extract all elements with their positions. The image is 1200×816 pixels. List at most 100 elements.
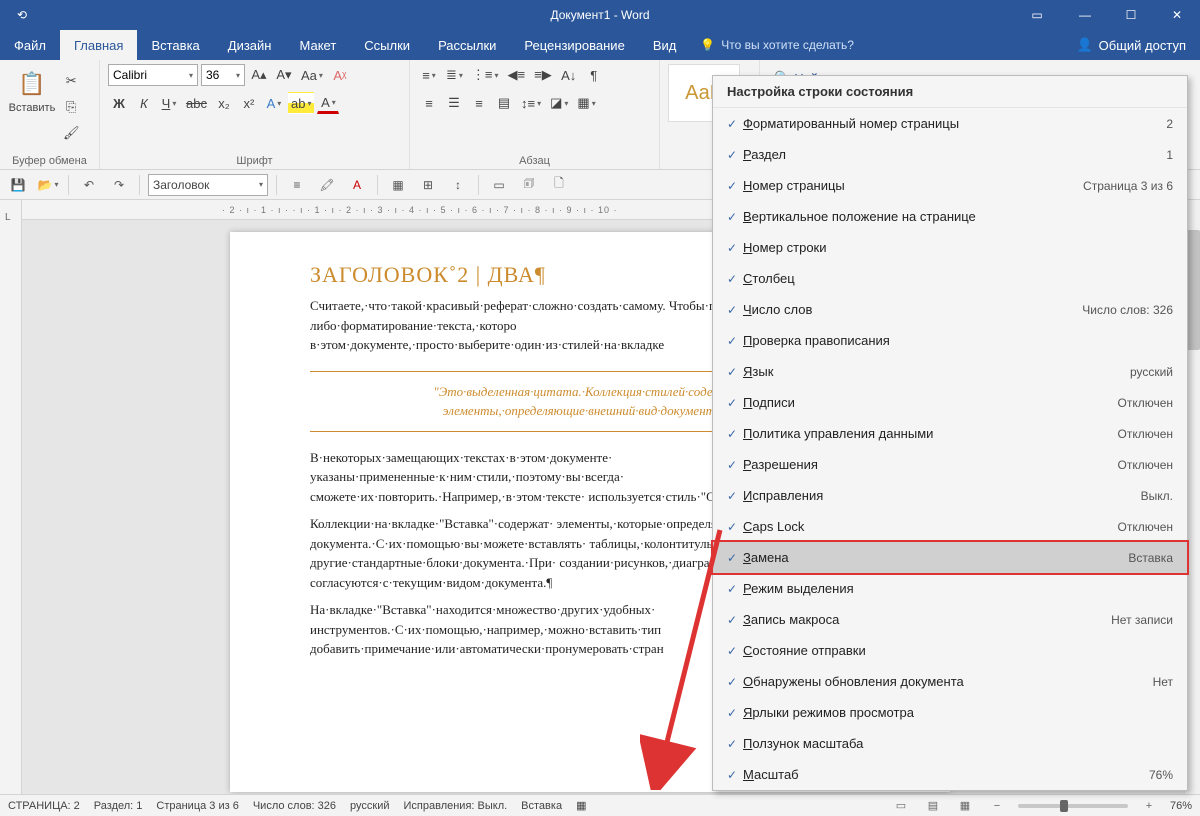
menu-item-line_no[interactable]: ✓Номер строки — [713, 232, 1187, 263]
cut-button[interactable]: ✂ — [60, 70, 83, 92]
decrease-indent-button[interactable]: ◀≡ — [505, 64, 529, 86]
open-button[interactable]: 📂▾ — [36, 173, 60, 197]
tab-mailings[interactable]: Рассылки — [424, 30, 510, 60]
font-name-combo[interactable]: Calibri▾ — [108, 64, 198, 86]
tab-design[interactable]: Дизайн — [214, 30, 286, 60]
view-print-button[interactable]: ▤ — [922, 797, 944, 815]
menu-item-updates[interactable]: ✓Обнаружены обновления документаНет — [713, 666, 1187, 697]
redo-button[interactable]: ↷ — [107, 173, 131, 197]
tab-review[interactable]: Рецензирование — [510, 30, 638, 60]
tell-me-search[interactable]: 💡 Что вы хотите сделать? — [700, 30, 854, 60]
status-macro-icon[interactable]: ▦ — [576, 799, 586, 812]
menu-item-track_changes[interactable]: ✓ИсправленияВыкл. — [713, 480, 1187, 511]
zoom-in-button[interactable]: + — [1138, 797, 1160, 815]
numbering-button[interactable]: ≣▾ — [443, 64, 466, 86]
zoom-value[interactable]: 76% — [1170, 800, 1192, 812]
menu-item-selection[interactable]: ✓Режим выделения — [713, 573, 1187, 604]
increase-indent-button[interactable]: ≡▶ — [531, 64, 555, 86]
line-spacing-button[interactable]: ↕≡▾ — [518, 92, 544, 114]
status-page-of[interactable]: Страница 3 из 6 — [156, 800, 238, 812]
maximize-button[interactable]: ☐ — [1108, 0, 1154, 30]
qat-table-button[interactable]: ⊞ — [416, 173, 440, 197]
status-track-changes[interactable]: Исправления: Выкл. — [404, 800, 508, 812]
qat-borders-button[interactable]: ▦ — [386, 173, 410, 197]
menu-item-column[interactable]: ✓Столбец — [713, 263, 1187, 294]
menu-item-signatures[interactable]: ✓ПодписиОтключен — [713, 387, 1187, 418]
tab-layout[interactable]: Макет — [285, 30, 350, 60]
menu-item-spell[interactable]: ✓Проверка правописания — [713, 325, 1187, 356]
italic-button[interactable]: К — [133, 92, 155, 114]
scrollbar-thumb[interactable] — [1186, 230, 1200, 350]
menu-item-word_count[interactable]: ✓Число словЧисло слов: 326 — [713, 294, 1187, 325]
undo-button[interactable]: ↶ — [77, 173, 101, 197]
status-language[interactable]: русский — [350, 800, 389, 812]
menu-item-zoom[interactable]: ✓Масштаб76% — [713, 759, 1187, 790]
qat-misc1-button[interactable]: ▭ — [487, 173, 511, 197]
menu-item-upload[interactable]: ✓Состояние отправки — [713, 635, 1187, 666]
zoom-slider-thumb[interactable] — [1060, 800, 1068, 812]
view-web-button[interactable]: ▦ — [954, 797, 976, 815]
minimize-button[interactable]: — — [1062, 0, 1108, 30]
tab-view[interactable]: Вид — [639, 30, 691, 60]
bold-button[interactable]: Ж — [108, 92, 130, 114]
multilevel-button[interactable]: ⋮≡▾ — [469, 64, 502, 86]
tab-insert[interactable]: Вставка — [137, 30, 213, 60]
change-case-button[interactable]: Aa▾ — [298, 64, 326, 86]
menu-item-permissions[interactable]: ✓РазрешенияОтключен — [713, 449, 1187, 480]
menu-item-vpos[interactable]: ✓Вертикальное положение на странице — [713, 201, 1187, 232]
shading-button[interactable]: ◪▾ — [547, 92, 571, 114]
grow-font-button[interactable]: A▴ — [248, 64, 270, 86]
align-right-button[interactable]: ≡ — [468, 92, 490, 114]
status-insert-mode[interactable]: Вставка — [521, 800, 562, 812]
highlight-button[interactable]: ab▾ — [288, 92, 314, 114]
bullets-button[interactable]: ≡▾ — [418, 64, 440, 86]
menu-item-macro[interactable]: ✓Запись макросаНет записи — [713, 604, 1187, 635]
menu-item-page_no[interactable]: ✓Номер страницыСтраница 3 из 6 — [713, 170, 1187, 201]
format-painter-button[interactable]: 🖌 — [60, 122, 83, 144]
qat-misc3-button[interactable]: 🗋 — [547, 173, 571, 197]
borders-button[interactable]: ▦▾ — [574, 92, 598, 114]
style-combo[interactable]: Заголовок▾ — [148, 174, 268, 196]
qat-align-button[interactable]: ≡ — [285, 173, 309, 197]
close-button[interactable]: ✕ — [1154, 0, 1200, 30]
justify-button[interactable]: ▤ — [493, 92, 515, 114]
qat-spacing-button[interactable]: ↕ — [446, 173, 470, 197]
qat-fontcolor-button[interactable]: A — [345, 173, 369, 197]
show-marks-button[interactable]: ¶ — [583, 64, 605, 86]
menu-item-info_policy[interactable]: ✓Политика управления даннымиОтключен — [713, 418, 1187, 449]
zoom-slider[interactable] — [1018, 804, 1128, 808]
menu-item-section[interactable]: ✓Раздел1 — [713, 139, 1187, 170]
menu-item-zoom_slider[interactable]: ✓Ползунок масштаба — [713, 728, 1187, 759]
statusbar-customize-menu[interactable]: Настройка строки состояния ✓Форматирован… — [712, 75, 1188, 791]
menu-item-lang[interactable]: ✓Языкрусский — [713, 356, 1187, 387]
view-read-button[interactable]: ▭ — [890, 797, 912, 815]
font-color-button[interactable]: A▾ — [317, 92, 339, 114]
shrink-font-button[interactable]: A▾ — [273, 64, 295, 86]
tab-home[interactable]: Главная — [60, 30, 137, 60]
strikethrough-button[interactable]: abc — [183, 92, 210, 114]
qat-misc2-button[interactable]: 🗊 — [517, 173, 541, 197]
font-size-combo[interactable]: 36▾ — [201, 64, 245, 86]
superscript-button[interactable]: x² — [238, 92, 260, 114]
qat-highlight-button[interactable]: 🖍 — [315, 173, 339, 197]
menu-item-fmt_page[interactable]: ✓Форматированный номер страницы2 — [713, 108, 1187, 139]
menu-item-view_shortcuts[interactable]: ✓Ярлыки режимов просмотра — [713, 697, 1187, 728]
ribbon-display-options[interactable]: ▭ — [1014, 0, 1060, 30]
menu-item-caps[interactable]: ✓Caps LockОтключен — [713, 511, 1187, 542]
sort-button[interactable]: A↓ — [558, 64, 580, 86]
tab-references[interactable]: Ссылки — [350, 30, 424, 60]
status-page[interactable]: СТРАНИЦА: 2 — [8, 800, 80, 812]
subscript-button[interactable]: x₂ — [213, 92, 235, 114]
paste-button[interactable]: 📋 Вставить — [8, 64, 56, 114]
zoom-out-button[interactable]: − — [986, 797, 1008, 815]
share-button[interactable]: 👤 Общий доступ — [1062, 30, 1200, 60]
copy-button[interactable]: ⎘ — [60, 96, 83, 118]
align-left-button[interactable]: ≡ — [418, 92, 440, 114]
underline-button[interactable]: Ч▾ — [158, 92, 180, 114]
status-words[interactable]: Число слов: 326 — [253, 800, 336, 812]
save-button[interactable]: 💾 — [6, 173, 30, 197]
tab-file[interactable]: Файл — [0, 30, 60, 60]
clear-formatting-button[interactable]: Aᵡ — [329, 64, 351, 86]
align-center-button[interactable]: ☰ — [443, 92, 465, 114]
text-effects-button[interactable]: A▾ — [263, 92, 285, 114]
